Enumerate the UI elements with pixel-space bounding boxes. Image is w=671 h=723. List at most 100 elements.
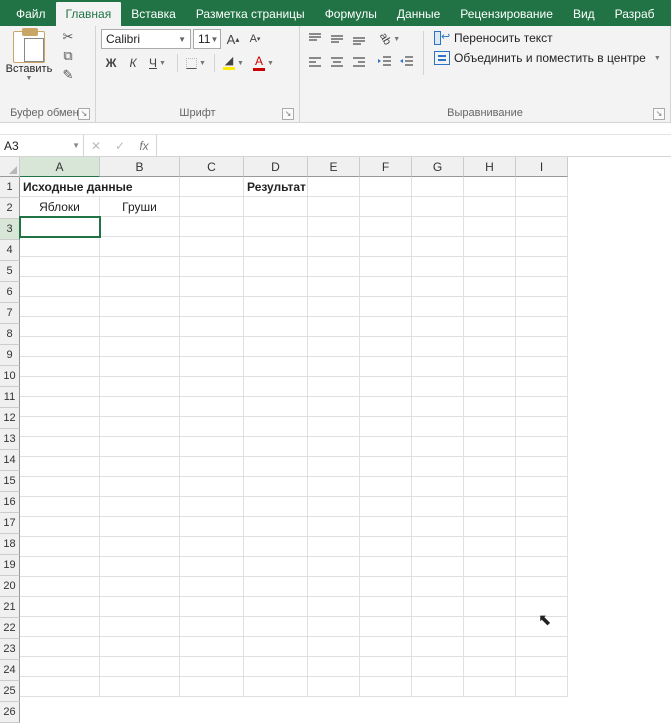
cell[interactable] <box>464 217 516 237</box>
cell[interactable] <box>20 217 100 237</box>
tab-вид[interactable]: Вид <box>563 2 605 26</box>
paste-button[interactable]: Вставить ▼ <box>5 29 53 82</box>
cell[interactable] <box>308 677 360 697</box>
cell[interactable] <box>360 257 412 277</box>
cell[interactable] <box>360 537 412 557</box>
cell[interactable] <box>360 217 412 237</box>
cell[interactable] <box>20 557 100 577</box>
cell[interactable] <box>360 597 412 617</box>
cell[interactable] <box>360 437 412 457</box>
cell[interactable] <box>20 277 100 297</box>
cell[interactable] <box>180 377 244 397</box>
cell[interactable] <box>308 477 360 497</box>
align-left-icon[interactable] <box>305 52 325 72</box>
name-box[interactable]: A3▼ <box>0 135 84 156</box>
cell[interactable] <box>412 477 464 497</box>
cell[interactable] <box>20 357 100 377</box>
tab-вставка[interactable]: Вставка <box>121 2 186 26</box>
cell[interactable] <box>308 597 360 617</box>
cell[interactable] <box>244 577 308 597</box>
cell[interactable] <box>516 177 568 197</box>
col-header[interactable]: I <box>516 157 568 177</box>
cell[interactable] <box>308 357 360 377</box>
underline-button[interactable]: Ч▼ <box>145 53 173 73</box>
row-header[interactable]: 19 <box>0 555 20 576</box>
row-header[interactable]: 14 <box>0 450 20 471</box>
cell[interactable] <box>360 477 412 497</box>
cell[interactable] <box>180 417 244 437</box>
cell[interactable] <box>20 337 100 357</box>
cell[interactable] <box>516 637 568 657</box>
cell[interactable] <box>464 377 516 397</box>
row-header[interactable]: 15 <box>0 471 20 492</box>
cell[interactable] <box>360 677 412 697</box>
cell[interactable] <box>308 657 360 677</box>
cell[interactable] <box>412 177 464 197</box>
cell[interactable] <box>464 637 516 657</box>
cell[interactable] <box>100 637 180 657</box>
cell[interactable] <box>412 677 464 697</box>
dialog-launcher-icon[interactable]: ↘ <box>78 108 90 120</box>
increase-font-icon[interactable]: A▴ <box>223 29 243 49</box>
italic-button[interactable]: К <box>123 53 143 73</box>
cell[interactable] <box>244 617 308 637</box>
cell[interactable] <box>100 357 180 377</box>
increase-indent-icon[interactable] <box>397 52 417 72</box>
cell[interactable] <box>180 637 244 657</box>
cell[interactable] <box>360 397 412 417</box>
align-bottom-icon[interactable] <box>349 29 369 49</box>
cell[interactable] <box>360 357 412 377</box>
cell[interactable] <box>180 477 244 497</box>
cell[interactable] <box>180 197 244 217</box>
cell[interactable] <box>308 237 360 257</box>
row-header[interactable]: 25 <box>0 681 20 702</box>
cell[interactable] <box>308 517 360 537</box>
decrease-font-icon[interactable]: A▾ <box>245 29 265 49</box>
cell[interactable] <box>308 257 360 277</box>
cell[interactable] <box>180 217 244 237</box>
cell[interactable] <box>360 417 412 437</box>
cell[interactable] <box>360 657 412 677</box>
dialog-launcher-icon[interactable]: ↘ <box>653 108 665 120</box>
cell[interactable] <box>412 197 464 217</box>
cell[interactable] <box>180 257 244 277</box>
cell[interactable] <box>412 457 464 477</box>
cell[interactable] <box>244 237 308 257</box>
cell[interactable] <box>360 557 412 577</box>
cell[interactable] <box>180 237 244 257</box>
cell[interactable] <box>464 617 516 637</box>
cell[interactable] <box>100 617 180 637</box>
border-button[interactable]: ▼ <box>182 53 210 73</box>
cell[interactable] <box>360 177 412 197</box>
cell[interactable] <box>20 397 100 417</box>
row-header[interactable]: 2 <box>0 198 20 219</box>
cell[interactable] <box>412 537 464 557</box>
cell[interactable] <box>244 317 308 337</box>
row-header[interactable]: 9 <box>0 345 20 366</box>
row-header[interactable]: 24 <box>0 660 20 681</box>
tab-формулы[interactable]: Формулы <box>315 2 387 26</box>
tab-рецензирование[interactable]: Рецензирование <box>450 2 563 26</box>
cell[interactable] <box>360 317 412 337</box>
tab-данные[interactable]: Данные <box>387 2 450 26</box>
merge-center-button[interactable]: Объединить и поместить в центре▼ <box>430 49 665 67</box>
cell[interactable] <box>412 337 464 357</box>
cell[interactable] <box>20 417 100 437</box>
col-header[interactable]: A <box>20 157 100 177</box>
cell[interactable] <box>360 237 412 257</box>
cell[interactable] <box>100 457 180 477</box>
font-name-dropdown[interactable]: Calibri▼ <box>101 29 191 49</box>
cell[interactable] <box>244 437 308 457</box>
align-center-icon[interactable] <box>327 52 347 72</box>
cell[interactable] <box>464 237 516 257</box>
col-header[interactable]: E <box>308 157 360 177</box>
align-middle-icon[interactable] <box>327 29 347 49</box>
cell[interactable] <box>20 637 100 657</box>
cut-icon[interactable]: ✂ <box>59 29 77 45</box>
cell[interactable] <box>100 677 180 697</box>
cell[interactable] <box>308 317 360 337</box>
cell[interactable] <box>20 597 100 617</box>
cell[interactable] <box>464 577 516 597</box>
cell[interactable] <box>516 577 568 597</box>
cell[interactable] <box>516 297 568 317</box>
